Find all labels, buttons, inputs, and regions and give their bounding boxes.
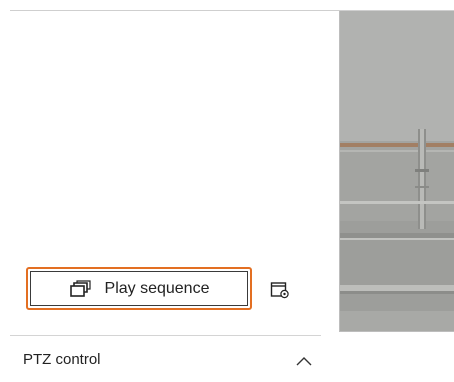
left-panel [10, 11, 339, 382]
play-sequence-button-inner[interactable]: Play sequence [30, 271, 248, 306]
window-settings-icon[interactable] [270, 281, 290, 299]
camera-video-view[interactable] [339, 11, 454, 332]
multi-window-icon [69, 279, 91, 298]
play-sequence-label: Play sequence [104, 279, 210, 297]
section-divider [10, 335, 321, 336]
ptz-control-header[interactable]: PTZ control [10, 337, 321, 382]
chevron-up-icon[interactable] [295, 354, 313, 366]
play-sequence-button[interactable]: Play sequence [26, 267, 252, 310]
camera-frame-image [340, 11, 454, 331]
ptz-control-label: PTZ control [23, 351, 101, 368]
